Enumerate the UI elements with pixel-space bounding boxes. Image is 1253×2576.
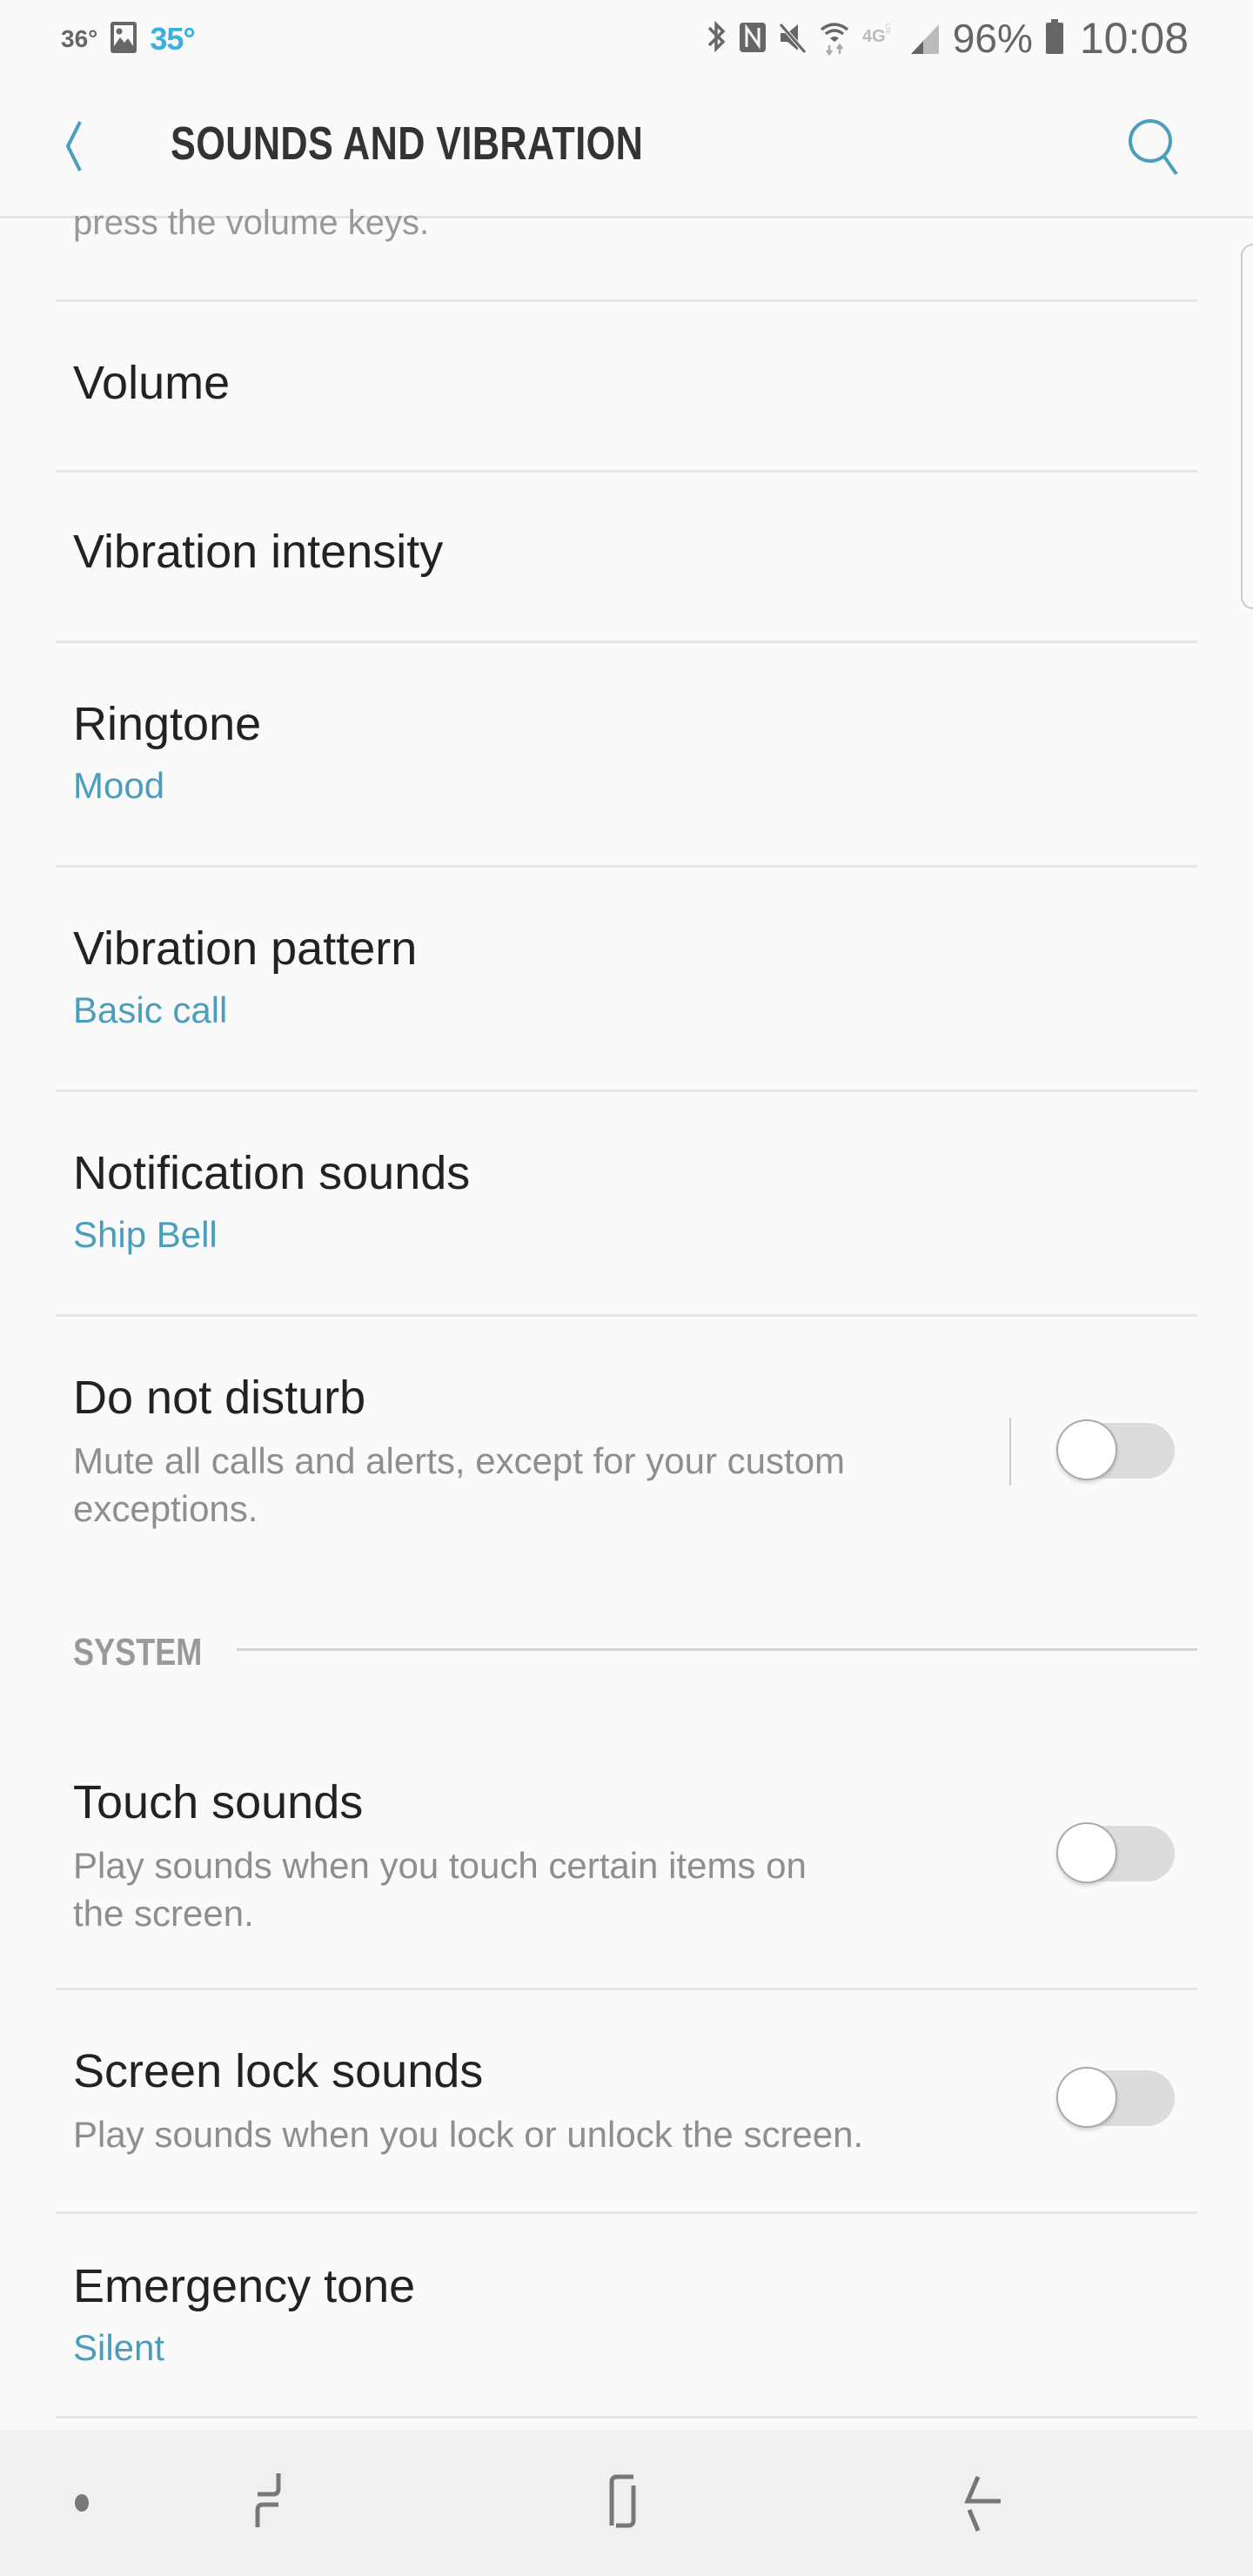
home-button[interactable] <box>583 2459 670 2546</box>
gallery-icon <box>110 20 137 59</box>
screen-lock-sounds-toggle[interactable] <box>1056 2067 1175 2130</box>
clock: 10:08 <box>1079 14 1189 63</box>
navigation-bar <box>0 2430 1253 2576</box>
do-not-disturb-toggle[interactable] <box>1056 1419 1175 1482</box>
list-item-ringtone[interactable]: Ringtone Mood <box>56 643 1197 865</box>
item-title: Screen lock sounds <box>73 2045 484 2097</box>
divider <box>56 2416 1197 2418</box>
toggle-knob <box>1056 1822 1117 1883</box>
item-value: Basic call <box>73 989 228 1030</box>
vertical-separator <box>1009 1418 1011 1486</box>
app-bar: SOUNDS AND VIBRATION <box>0 87 1253 216</box>
status-bar: 36° 35° 4G LTE 96% 10:08 <box>0 0 1253 78</box>
recents-icon <box>255 2473 281 2527</box>
page-title: SOUNDS AND VIBRATION <box>171 117 644 170</box>
touch-sounds-toggle[interactable] <box>1056 1822 1175 1885</box>
toggle-knob <box>1056 2067 1117 2128</box>
list-item-volume[interactable]: Volume <box>56 302 1197 470</box>
back-button[interactable] <box>56 111 117 181</box>
battery-icon <box>1045 17 1064 60</box>
section-divider <box>237 1648 1197 1651</box>
nav-dot-button[interactable] <box>38 2459 125 2546</box>
list-item-emergency-tone[interactable]: Emergency tone Silent <box>56 2214 1197 2416</box>
item-title: Do not disturb <box>73 1372 366 1424</box>
partial-description: press the volume keys. <box>73 204 430 242</box>
temperature-reading-secondary: 35° <box>150 21 195 57</box>
bluetooth-icon <box>706 17 727 60</box>
signal-icon <box>909 17 941 60</box>
item-description: Mute all calls and alerts, except for yo… <box>73 1440 846 1529</box>
item-title: Emergency tone <box>73 2260 416 2312</box>
item-title: Vibration pattern <box>73 922 418 975</box>
search-button[interactable] <box>1119 113 1189 183</box>
item-title: Vibration intensity <box>73 526 444 578</box>
list-item-screen-lock-sounds[interactable]: Screen lock sounds Play sounds when you … <box>56 1990 1197 2211</box>
4g-lte-icon: 4G LTE <box>862 17 897 60</box>
search-icon <box>1129 119 1178 176</box>
item-description: Play sounds when you lock or unlock the … <box>73 2114 864 2155</box>
item-title: Touch sounds <box>73 1776 364 1828</box>
list-item-vibration-pattern[interactable]: Vibration pattern Basic call <box>56 868 1197 1090</box>
svg-text:LTE: LTE <box>884 23 890 35</box>
list-item-vibration-intensity[interactable]: Vibration intensity <box>56 473 1197 641</box>
list-item-do-not-disturb[interactable]: Do not disturb Mute all calls and alerts… <box>56 1317 1197 1569</box>
back-nav-button[interactable] <box>935 2459 1022 2546</box>
list-item-touch-sounds[interactable]: Touch sounds Play sounds when you touch … <box>56 1741 1197 1988</box>
toggle-knob <box>1056 1419 1117 1480</box>
temperature-reading: 36° <box>61 25 98 52</box>
svg-text:4G: 4G <box>862 27 886 46</box>
dot-icon <box>75 2494 89 2512</box>
wifi-icon <box>819 17 850 60</box>
item-title: Ringtone <box>73 698 262 750</box>
home-icon <box>609 2474 636 2528</box>
section-header-system: SYSTEM <box>73 1631 203 1674</box>
back-arrow-icon <box>964 2476 1001 2532</box>
mute-icon <box>778 17 807 60</box>
item-description: Play sounds when you touch certain items… <box>73 1845 807 1934</box>
battery-percent: 96% <box>952 16 1033 61</box>
item-value: Mood <box>73 765 165 806</box>
item-title: Notification sounds <box>73 1147 471 1199</box>
nfc-icon <box>739 17 767 60</box>
recents-button[interactable] <box>235 2459 322 2546</box>
item-value: Silent <box>73 2327 165 2368</box>
item-title: Volume <box>73 357 231 409</box>
item-value: Ship Bell <box>73 1214 218 1255</box>
scrollbar[interactable] <box>1241 244 1253 609</box>
list-item-notification-sounds[interactable]: Notification sounds Ship Bell <box>56 1092 1197 1314</box>
chevron-left-icon <box>65 121 82 171</box>
